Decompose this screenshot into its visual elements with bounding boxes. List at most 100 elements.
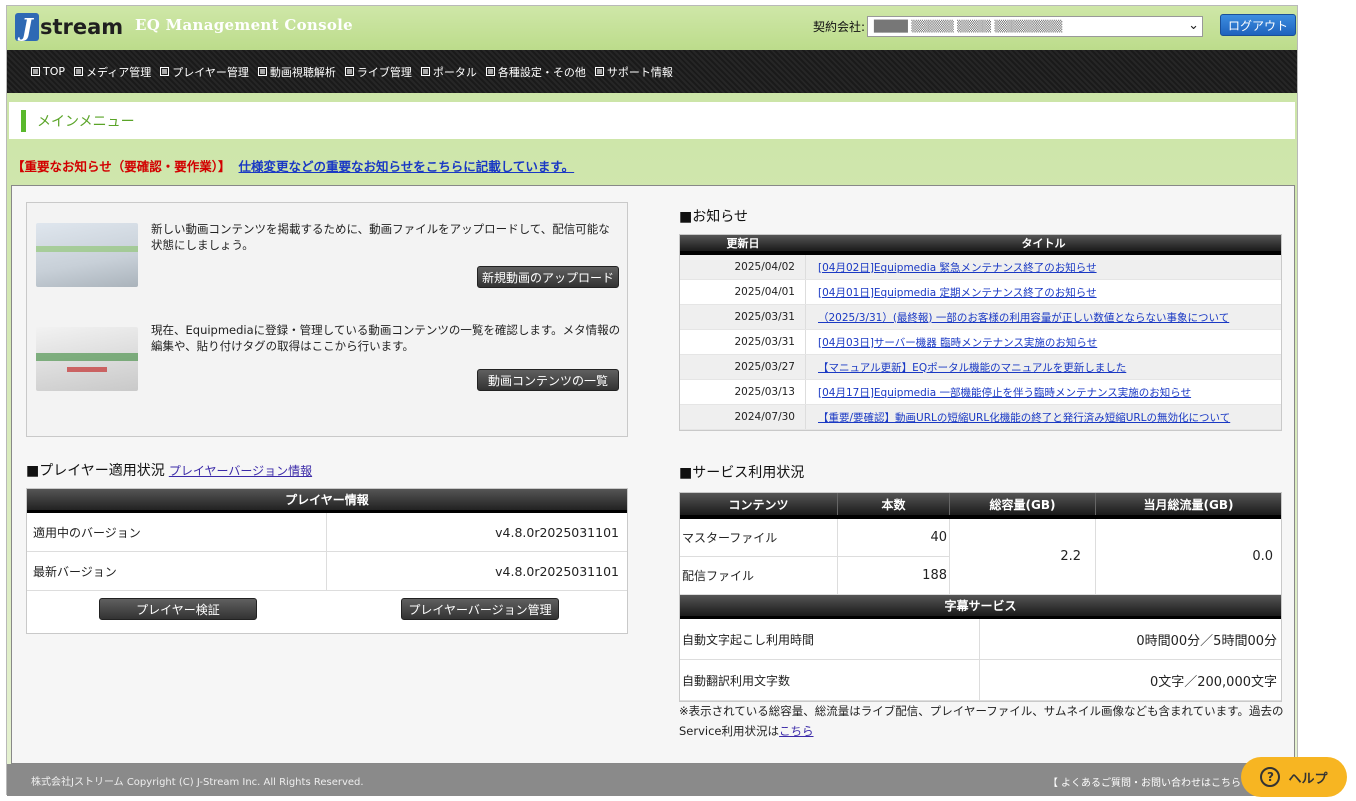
row-value: 0文字／200,000文字 [1149,674,1277,690]
news-link[interactable]: [04月02日]Equipmedia 緊急メンテナンス終了のお知らせ [806,255,1281,279]
player-verify-button[interactable]: プレイヤー検証 [99,598,257,620]
copyright: 株式会社Jストリーム Copyright (C) J-Stream Inc. A… [31,776,364,788]
table-row: 自動翻訳利用文字数 0文字／200,000文字 [680,660,1281,701]
checkbox-icon [344,67,354,76]
contract-select[interactable]: ████ ▒▒▒▒▒ ▒▒▒▒ ▒▒▒▒▒▒▒▒ ⌄ [867,16,1204,37]
news-date: 2025/03/27 [680,355,806,379]
footnote-text: ※表示されている総容量、総流量はライブ配信、プレイヤーファイル、サムネイル画像な… [679,704,1284,738]
nav-label: ポータル [432,65,477,79]
player-info-panel: プレイヤー情報 適用中のバージョン v4.8.0r2025031101 最新バー… [26,488,628,634]
chevron-down-icon: ⌄ [1188,18,1200,33]
player-section-heading: ■プレイヤー適用状況 [26,463,165,479]
contract-value: ████ ▒▒▒▒▒ ▒▒▒▒ ▒▒▒▒▒▒▒▒ [874,20,1063,33]
checkbox-icon [257,67,267,76]
col-count: 本数 [838,493,950,515]
table-row: 2025/04/02 [04月02日]Equipmedia 緊急メンテナンス終了の… [680,255,1281,280]
player-table-head: プレイヤー情報 [27,489,627,513]
nav-label: 動画視聴解析 [269,65,336,79]
nav-label: TOP [43,65,66,78]
notice-link[interactable]: 仕様変更などの重要なお知らせをこちらに記載しています。 [239,159,575,174]
content-list-description: 現在、Equipmediaに登録・管理している動画コンテンツの一覧を確認します。… [151,323,621,353]
player-version-manage-button[interactable]: プレイヤーバージョン管理 [401,598,559,620]
header: J stream EQ Management Console 契約会社: ███… [7,6,1297,50]
checkbox-icon [485,67,495,76]
logo-text: stream [40,15,124,39]
service-section-title: ■サービス利用状況 [679,465,805,481]
global-nav: TOP メディア管理 プレイヤー管理 動画視聴解析 ライブ管理 ポータル 各種設… [7,50,1297,93]
row-key: 適用中のバージョン [27,513,327,551]
row-key: 最新バージョン [27,552,327,590]
news-link[interactable]: 【マニュアル更新】EQポータル機能のマニュアルを更新しました [806,355,1281,379]
player-version-link[interactable]: プレイヤーバージョン情報 [169,462,312,479]
important-notice: 【重要なお知らせ（要確認・要作業）】 仕様変更などの重要なお知らせをこちらに記載し… [12,156,574,175]
upload-description: 新しい動画コンテンツを掲載するために、動画ファイルをアップロードして、配信可能な… [151,222,610,252]
delivery-file-count: 188 [838,557,950,595]
nav-item-support[interactable]: サポート情報 [594,64,673,80]
nav-item-settings[interactable]: 各種設定・その他 [485,64,586,80]
news-section-title: ■お知らせ [679,209,748,225]
service-table-head: コンテンツ 本数 総容量(GB) 当月総流量(GB) [680,493,1281,519]
nav-item-media[interactable]: メディア管理 [74,64,151,80]
nav-item-top[interactable]: TOP [31,65,65,78]
past-usage-link[interactable]: こちら [779,724,814,738]
nav-label: ライブ管理 [356,65,412,79]
checkbox-icon [74,67,84,76]
content-list-button[interactable]: 動画コンテンツの一覧 [477,369,619,391]
footer: 株式会社Jストリーム Copyright (C) J-Stream Inc. A… [7,764,1297,796]
monthly-traffic: 0.0 [1096,519,1281,595]
news-table: 更新日 タイトル 2025/04/02 [04月02日]Equipmedia 緊急… [679,234,1282,431]
notice-label: 【重要なお知らせ（要確認・要作業）】 [12,159,231,174]
caption-service-head: 字幕サービス [680,595,1281,619]
upload-thumbnail [36,223,138,287]
news-link[interactable]: 【重要/要確認】動画URLの短縮URL化機能の終了と発行済み短縮URLの無効化に… [806,405,1281,429]
news-rows: 2025/04/02 [04月02日]Equipmedia 緊急メンテナンス終了の… [680,255,1281,430]
nav-item-live[interactable]: ライブ管理 [344,64,412,80]
total-capacity: 2.2 [950,519,1096,595]
news-date: 2025/03/13 [680,380,806,404]
service-table-body: マスターファイル 40 配信ファイル 188 2.2 0.0 [680,519,1281,595]
service-footnote: ※表示されている総容量、総流量はライブ配信、プレイヤーファイル、サムネイル画像な… [679,701,1289,741]
nav-label: メディア管理 [86,65,152,79]
news-date: 2025/04/02 [680,255,806,279]
master-file-count: 40 [838,519,950,557]
help-label: ヘルプ [1288,771,1328,787]
col-content: コンテンツ [680,493,838,515]
nav-item-player[interactable]: プレイヤー管理 [160,64,249,80]
news-link[interactable]: [04月01日]Equipmedia 定期メンテナンス終了のお知らせ [806,280,1281,304]
nav-item-portal[interactable]: ポータル [420,64,477,80]
nav-item-analytics[interactable]: 動画視聴解析 [257,64,336,80]
new-upload-button[interactable]: 新規動画のアップロード [477,266,619,288]
checkbox-icon [594,67,604,76]
main-content: 新しい動画コンテンツを掲載するために、動画ファイルをアップロードして、配信可能な… [11,185,1295,764]
nav-label: サポート情報 [606,65,673,79]
table-row: 2025/03/31 （2025/3/31）(最終報) 一部のお客様の利用容量が正… [680,305,1281,330]
table-row: 2025/03/13 [04月17日]Equipmedia 一部機能停止を伴う臨時… [680,380,1281,405]
contract-selector: 契約会社: ████ ▒▒▒▒▒ ▒▒▒▒ ▒▒▒▒▒▒▒▒ ⌄ [813,16,1204,37]
news-date: 2025/03/31 [680,305,806,329]
table-row: 2025/03/27 【マニュアル更新】EQポータル機能のマニュアルを更新しました [680,355,1281,380]
news-link[interactable]: [04月17日]Equipmedia 一部機能停止を伴う臨時メンテナンス実施のお… [806,380,1281,404]
service-usage-table: コンテンツ 本数 総容量(GB) 当月総流量(GB) マスターファイル 40 配… [679,492,1282,702]
logout-button[interactable]: ログアウト [1220,14,1296,36]
title-accent-bar [21,109,26,132]
news-link[interactable]: [04月03日]サーバー機器 臨時メンテナンス実施のお知らせ [806,330,1281,354]
logo-j-mark: J [15,13,39,42]
faq-link[interactable]: 【 よくあるご質問・お問い合わせはこちら [1048,774,1241,789]
jstream-logo[interactable]: J stream [15,11,123,43]
nav-label: 各種設定・その他 [497,65,586,79]
help-button[interactable]: ? ヘルプ [1241,757,1347,797]
row-key: 自動文字起こし利用時間 [680,619,980,659]
row-value: v4.8.0r2025031101 [495,563,619,579]
col-date: 更新日 [726,237,760,250]
table-row: 自動文字起こし利用時間 0時間00分／5時間00分 [680,619,1281,660]
news-link[interactable]: （2025/3/31）(最終報) 一部のお客様の利用容量が正しい数値とならない事… [806,305,1281,329]
checkbox-icon [160,67,170,76]
col-traffic: 当月総流量(GB) [1143,497,1234,512]
contract-label: 契約会社: [813,20,866,34]
col-title: タイトル [1021,237,1066,250]
row-value: v4.8.0r2025031101 [495,524,619,540]
console-frame: J stream EQ Management Console 契約会社: ███… [6,5,1298,796]
table-row: 適用中のバージョン v4.8.0r2025031101 [27,513,627,552]
news-date: 2025/03/31 [680,330,806,354]
table-row: 2025/04/01 [04月01日]Equipmedia 定期メンテナンス終了の… [680,280,1281,305]
